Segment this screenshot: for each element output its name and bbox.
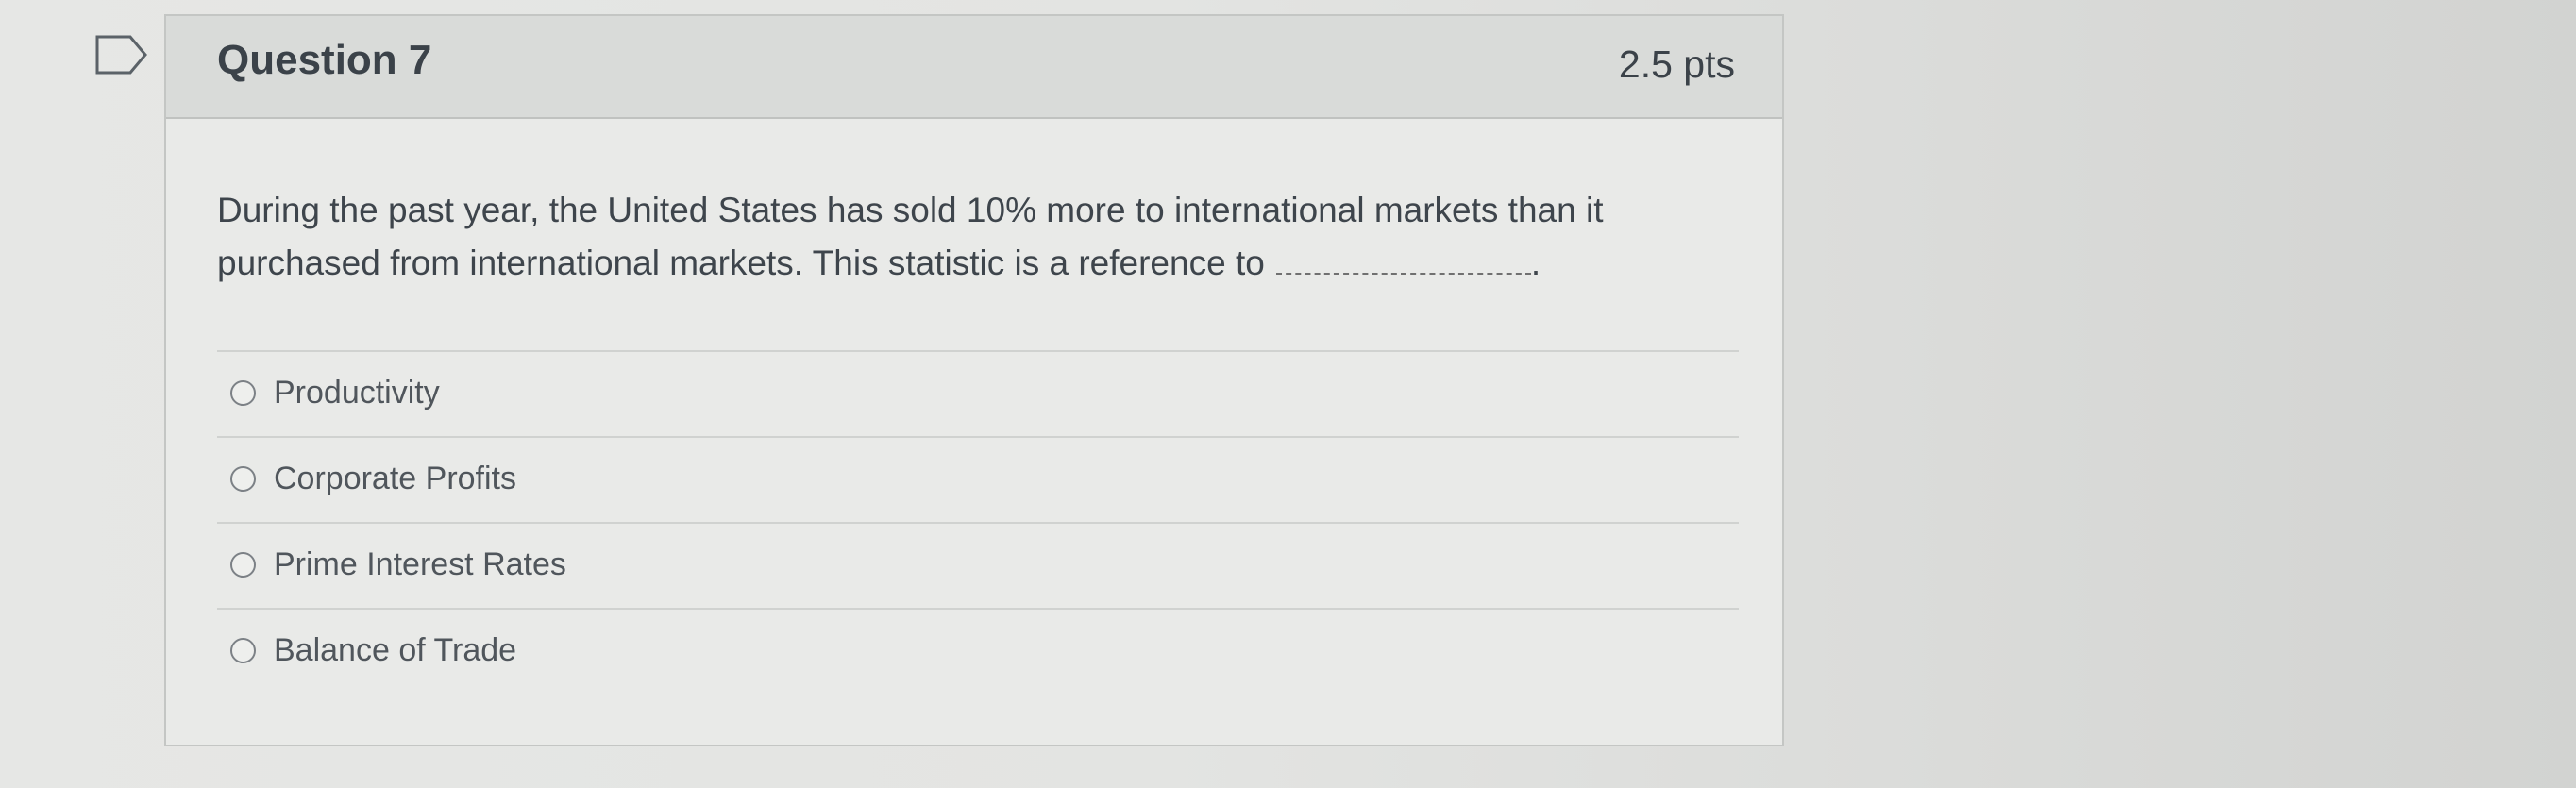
question-card: Question 7 2.5 pts During the past year,… (164, 14, 1784, 746)
answer-label[interactable]: Balance of Trade (274, 632, 516, 669)
question-points: 2.5 pts (1618, 42, 1735, 86)
radio-button[interactable] (230, 638, 256, 663)
bookmark-flag-icon (95, 35, 147, 75)
answer-option-productivity[interactable]: Productivity (217, 350, 1739, 436)
question-suffix: . (1530, 243, 1541, 282)
question-title: Question 7 (217, 37, 432, 83)
question-header: Question 7 2.5 pts (166, 16, 1782, 119)
radio-button[interactable] (230, 380, 256, 406)
answer-label[interactable]: Prime Interest Rates (274, 546, 566, 583)
answer-label[interactable]: Corporate Profits (274, 461, 516, 497)
question-text: During the past year, the United States … (217, 184, 1746, 290)
flag-question-icon[interactable] (94, 34, 151, 75)
answer-list: Productivity Corporate Profits Prime Int… (217, 350, 1739, 694)
answer-blank (1275, 244, 1531, 275)
radio-button[interactable] (230, 552, 256, 578)
answer-option-prime-interest-rates[interactable]: Prime Interest Rates (217, 522, 1739, 608)
answer-label[interactable]: Productivity (274, 375, 440, 411)
answer-option-balance-of-trade[interactable]: Balance of Trade (217, 608, 1739, 694)
radio-button[interactable] (230, 466, 256, 492)
answer-option-corporate-profits[interactable]: Corporate Profits (217, 436, 1739, 522)
